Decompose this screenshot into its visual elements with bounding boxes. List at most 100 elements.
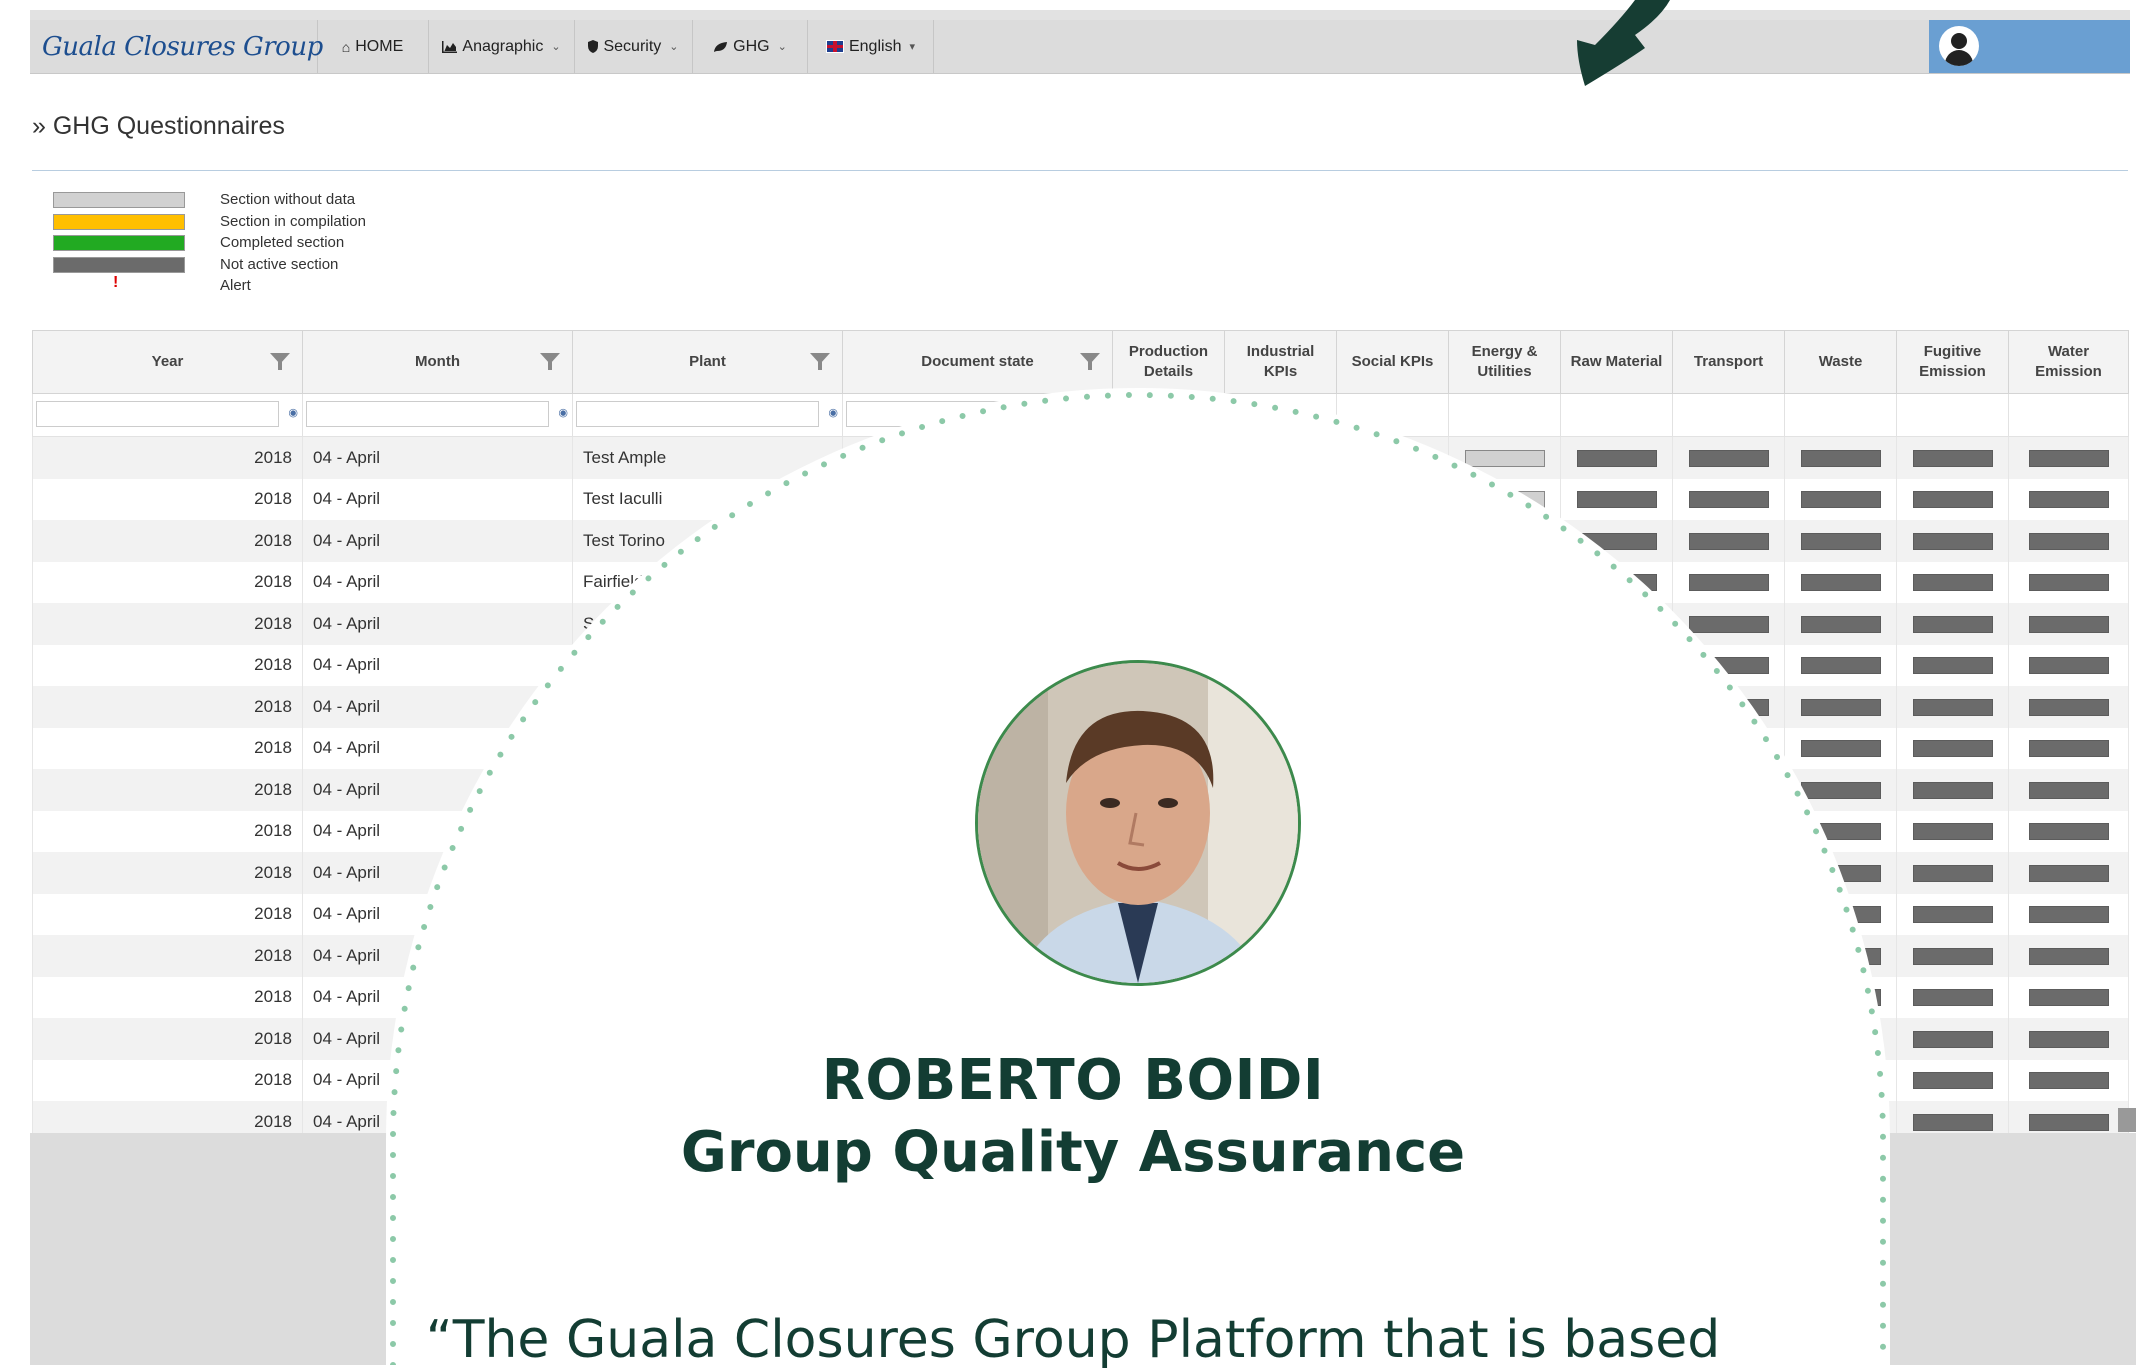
nav-anagraphic[interactable]: Anagraphic ⌄: [429, 20, 575, 73]
cell-section-status[interactable]: [1896, 935, 2009, 977]
cell-section-status[interactable]: [1672, 810, 1785, 852]
cell-section-status[interactable]: [1224, 478, 1337, 520]
cell-section-status[interactable]: [1224, 644, 1337, 686]
column-filter-input[interactable]: [576, 401, 819, 427]
cell-section-status[interactable]: [1336, 727, 1449, 769]
table-row[interactable]: 2018 04 - April Test Ample New: [32, 436, 2129, 479]
cell-section-status[interactable]: [1112, 478, 1225, 520]
filter-options-icon[interactable]: ◉: [558, 406, 568, 419]
cell-section-status[interactable]: [1784, 561, 1897, 603]
cell-section-status[interactable]: [2008, 976, 2129, 1018]
cell-section-status[interactable]: [2008, 852, 2129, 894]
filter-icon[interactable]: [540, 353, 560, 370]
cell-section-status[interactable]: [1448, 644, 1561, 686]
filter-options-icon[interactable]: ◉: [828, 406, 838, 419]
cell-section-status[interactable]: [2008, 561, 2129, 603]
cell-section-status[interactable]: [1896, 769, 2009, 811]
filter-icon[interactable]: [270, 353, 290, 370]
filter-options-icon[interactable]: ◉: [1098, 406, 1108, 419]
cell-section-status[interactable]: [1672, 769, 1785, 811]
cell-section-status[interactable]: [1336, 976, 1449, 1018]
brand-logo[interactable]: Guala Closures Group: [30, 20, 323, 73]
cell-section-status[interactable]: [1560, 935, 1673, 977]
cell-section-status[interactable]: [1896, 893, 2009, 935]
cell-section-status[interactable]: [1560, 561, 1673, 603]
user-menu[interactable]: [1929, 20, 2130, 73]
nav-language[interactable]: English ▾: [808, 20, 934, 73]
cell-section-status[interactable]: [1112, 561, 1225, 603]
cell-section-status[interactable]: [1448, 436, 1561, 479]
cell-section-status[interactable]: [1896, 810, 2009, 852]
cell-section-status[interactable]: [1448, 561, 1561, 603]
column-filter-input[interactable]: [36, 401, 279, 427]
nav-ghg[interactable]: GHG ⌄: [693, 20, 808, 73]
cell-section-status[interactable]: [1560, 603, 1673, 645]
cell-section-status[interactable]: [1896, 852, 2009, 894]
cell-section-status[interactable]: [1896, 561, 2009, 603]
cell-section-status[interactable]: [2008, 436, 2129, 479]
cell-section-status[interactable]: [1784, 810, 1897, 852]
cell-section-status[interactable]: [1224, 976, 1337, 1018]
cell-section-status[interactable]: [1784, 520, 1897, 562]
cell-section-status[interactable]: [1672, 852, 1785, 894]
cell-section-status[interactable]: [1784, 935, 1897, 977]
cell-section-status[interactable]: [1672, 520, 1785, 562]
cell-section-status[interactable]: [1672, 644, 1785, 686]
cell-section-status[interactable]: [1560, 644, 1673, 686]
cell-section-status[interactable]: [1448, 603, 1561, 645]
cell-section-status[interactable]: [1784, 976, 1897, 1018]
table-row[interactable]: 2018 04 - April Saint-Rémy-sur-Avre: [32, 603, 2129, 645]
cell-section-status[interactable]: [1336, 935, 1449, 977]
cell-section-status[interactable]: [1784, 686, 1897, 728]
cell-section-status[interactable]: [2008, 478, 2129, 520]
cell-section-status[interactable]: [1448, 893, 1561, 935]
cell-section-status[interactable]: [1896, 603, 2009, 645]
cell-section-status[interactable]: [1784, 893, 1897, 935]
cell-section-status[interactable]: [1448, 976, 1561, 1018]
cell-section-status[interactable]: [1896, 478, 2009, 520]
cell-section-status[interactable]: [1560, 976, 1673, 1018]
cell-section-status[interactable]: [1784, 603, 1897, 645]
cell-section-status[interactable]: [2008, 686, 2129, 728]
cell-section-status[interactable]: [1672, 727, 1785, 769]
cell-section-status[interactable]: [1896, 436, 2009, 479]
cell-section-status[interactable]: [1784, 727, 1897, 769]
cell-section-status[interactable]: [1336, 810, 1449, 852]
cell-section-status[interactable]: [1448, 686, 1561, 728]
column-filter-input[interactable]: [846, 401, 1089, 427]
cell-section-status[interactable]: [1672, 686, 1785, 728]
cell-section-status[interactable]: [1448, 727, 1561, 769]
cell-section-status[interactable]: [1560, 478, 1673, 520]
cell-section-status[interactable]: [1672, 603, 1785, 645]
cell-section-status[interactable]: [1560, 727, 1673, 769]
column-header[interactable]: Year: [32, 330, 303, 394]
nav-home[interactable]: ⌂ HOME: [317, 20, 429, 73]
cell-section-status[interactable]: [1784, 436, 1897, 479]
column-filter-input[interactable]: [306, 401, 549, 427]
cell-section-status[interactable]: [1336, 769, 1449, 811]
cell-section-status[interactable]: [1784, 769, 1897, 811]
cell-section-status[interactable]: [1896, 976, 2009, 1018]
cell-section-status[interactable]: [1112, 603, 1225, 645]
cell-section-status[interactable]: [1672, 935, 1785, 977]
cell-section-status[interactable]: [1896, 727, 2009, 769]
cell-section-status[interactable]: [1336, 478, 1449, 520]
cell-section-status[interactable]: [1560, 893, 1673, 935]
cell-section-status[interactable]: [1896, 686, 2009, 728]
cell-section-status[interactable]: [1560, 769, 1673, 811]
cell-section-status[interactable]: [1896, 644, 2009, 686]
table-row[interactable]: 2018 04 - April Fairfield New: [32, 561, 2129, 603]
column-header[interactable]: Plant: [572, 330, 843, 394]
cell-section-status[interactable]: [1448, 810, 1561, 852]
cell-section-status[interactable]: [1336, 644, 1449, 686]
cell-section-status[interactable]: [1448, 935, 1561, 977]
cell-section-status[interactable]: [1336, 686, 1449, 728]
cell-section-status[interactable]: [1560, 520, 1673, 562]
cell-section-status[interactable]: [2008, 727, 2129, 769]
cell-section-status[interactable]: [1336, 561, 1449, 603]
cell-section-status[interactable]: [1784, 852, 1897, 894]
filter-options-icon[interactable]: ◉: [288, 406, 298, 419]
cell-section-status[interactable]: [2008, 893, 2129, 935]
cell-section-status[interactable]: [1672, 478, 1785, 520]
cell-section-status[interactable]: [2008, 603, 2129, 645]
